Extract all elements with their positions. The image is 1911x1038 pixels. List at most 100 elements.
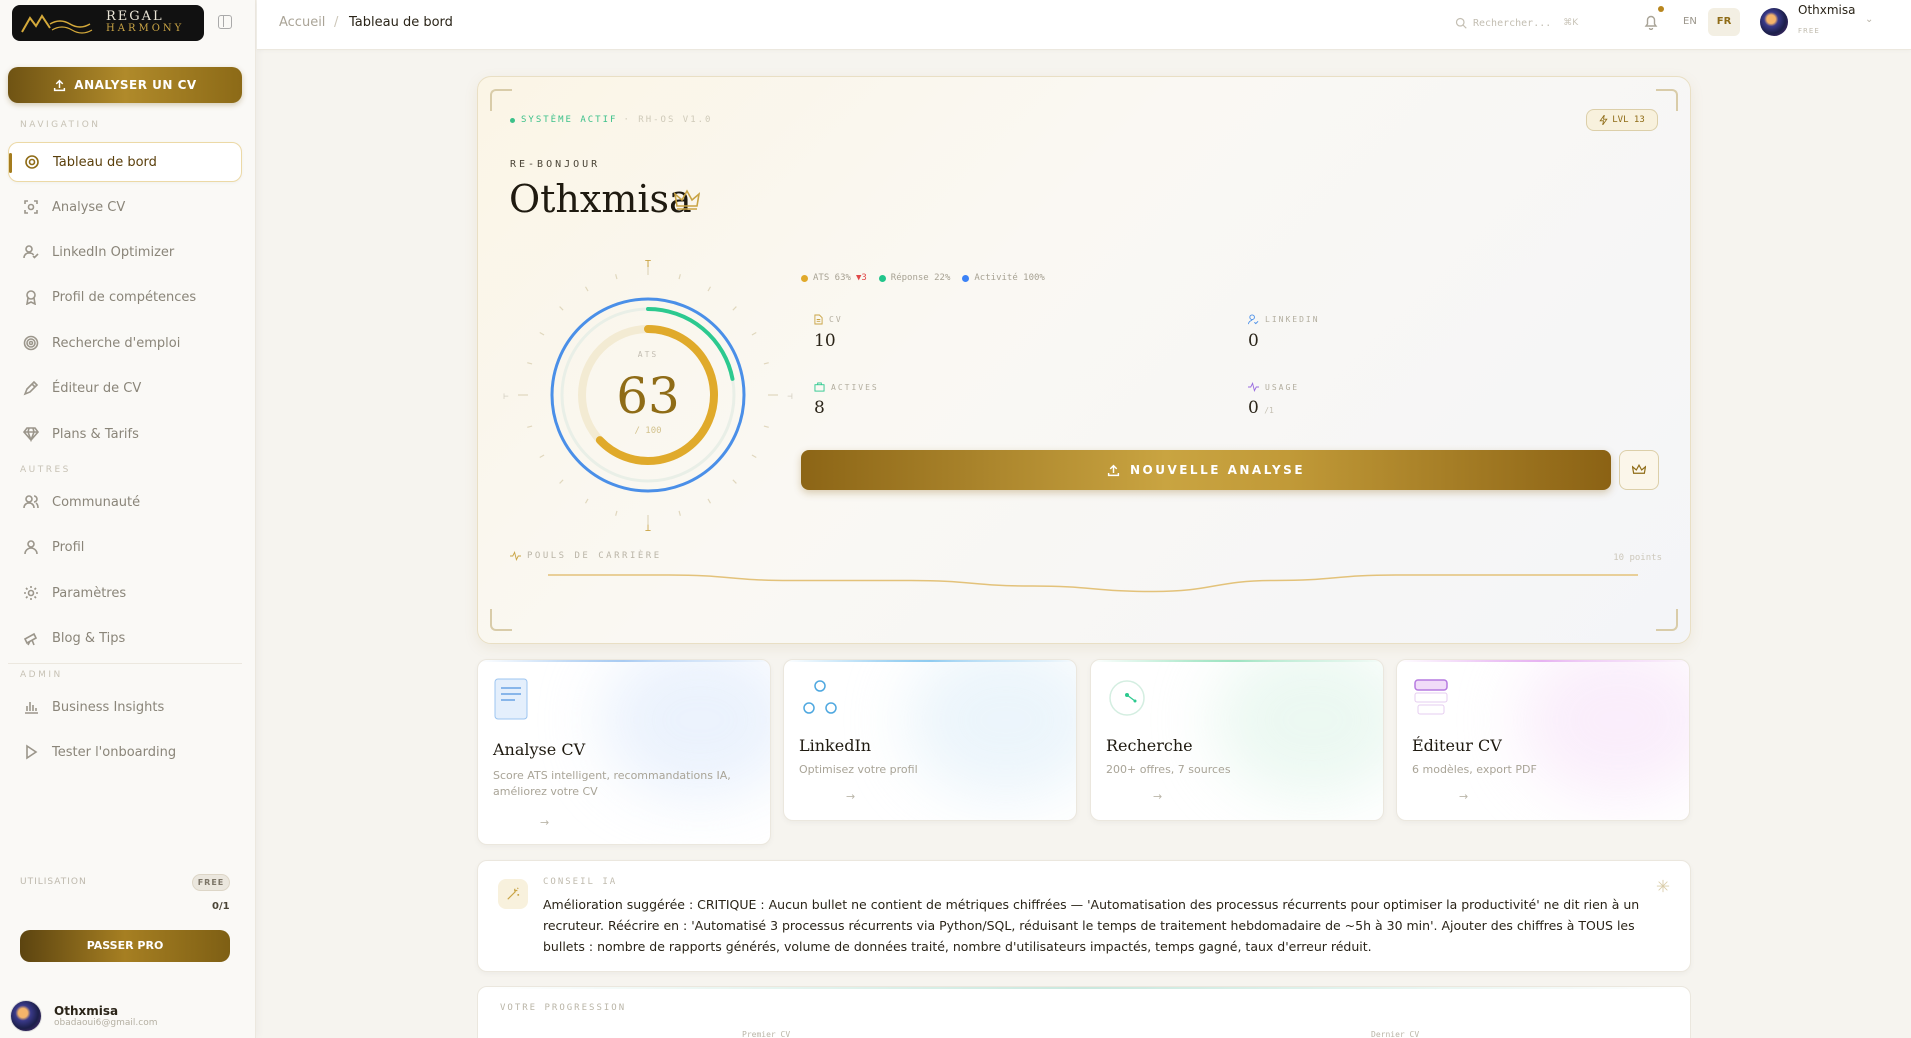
gauge-tick <box>732 306 737 311</box>
stat-actives-label: ACTIVES <box>831 382 879 392</box>
arrow-right-icon: → <box>1153 790 1163 803</box>
gauge-max: / 100 <box>634 426 661 436</box>
gauge-tick <box>559 479 564 484</box>
user-display-name: Othxmisa <box>509 177 692 221</box>
brand-line-1: REGAL <box>106 9 164 24</box>
card-analyse-cv[interactable]: Analyse CV Score ATS intelligent, recomm… <box>477 659 771 845</box>
sidebar-item-onboarding[interactable]: Tester l'onboarding <box>8 732 242 772</box>
sidebar-item-job-search[interactable]: Recherche d'emploi <box>8 323 242 363</box>
search-shortcut: ⌘K <box>1563 18 1579 28</box>
analyse-cv-button[interactable]: ANALYSER UN CV <box>8 67 242 103</box>
crown-icon <box>1632 464 1646 474</box>
briefcase-icon <box>814 382 825 392</box>
notification-dot <box>1658 6 1664 12</box>
card-description: 6 modèles, export PDF <box>1412 763 1537 776</box>
sidebar-user[interactable]: Othxmisa obadaoui6@gmail.com <box>10 1000 157 1032</box>
stat-actives: ACTIVES 8 <box>814 382 879 418</box>
card-description: Score ATS intelligent, recommandations I… <box>493 769 731 798</box>
advice-label: CONSEIL IA <box>543 877 618 887</box>
bell-icon[interactable] <box>1644 14 1658 30</box>
sidebar-item-settings[interactable]: Paramètres <box>8 573 242 613</box>
file-icon <box>814 314 823 325</box>
breadcrumb-separator: / <box>334 15 339 30</box>
user-check-icon <box>1248 314 1259 325</box>
upgrade-pro-button[interactable]: PASSER PRO <box>20 930 230 962</box>
sidebar-collapse-icon[interactable] <box>218 15 232 29</box>
sidebar-item-blog[interactable]: Blog & Tips <box>8 618 242 658</box>
sidebar-user-name: Othxmisa <box>54 1004 119 1018</box>
sidebar-item-cv-editor[interactable]: Éditeur de CV <box>8 368 242 408</box>
corner-decoration <box>490 609 512 631</box>
card-title: Recherche <box>1106 736 1193 755</box>
gauge-tick <box>751 331 757 336</box>
plan-badge: FREE <box>192 874 230 891</box>
sidebar-item-business-insights[interactable]: Business Insights <box>8 687 242 727</box>
sparkle-icon[interactable] <box>1656 879 1670 893</box>
sidebar-item-skills[interactable]: Profil de compétences <box>8 277 242 317</box>
card-title: Éditeur CV <box>1412 736 1502 755</box>
bar-chart-icon <box>22 698 40 716</box>
premium-crown-button[interactable] <box>1619 450 1659 490</box>
section-label-admin: ADMIN <box>20 670 63 680</box>
gauge-label: ATS <box>638 350 658 359</box>
sidebar-item-analyse-cv[interactable]: Analyse CV <box>8 187 242 227</box>
gauge-tick <box>615 274 618 280</box>
corner-decoration <box>490 89 512 111</box>
legend-item-activity: Activité 100% <box>962 273 1045 283</box>
advice-text: Amélioration suggérée : CRITIQUE : Aucun… <box>543 897 1640 954</box>
card-linkedin[interactable]: LinkedIn Optimisez votre profil → <box>783 659 1077 821</box>
arrow-right-icon: → <box>846 790 856 803</box>
system-status-label: SYSTÈME ACTIF <box>521 115 618 125</box>
gauge-tick <box>763 425 769 428</box>
sidebar-item-community[interactable]: Communauté <box>8 482 242 522</box>
brand-logo[interactable]: REGAL HARMONY <box>12 5 204 41</box>
sidebar-item-label: Paramètres <box>52 585 127 601</box>
stat-label: CV <box>814 314 843 325</box>
corner-decoration <box>1656 609 1678 631</box>
gauge-scale-right: ⊣ <box>787 392 792 402</box>
lang-fr-button[interactable]: FR <box>1708 8 1740 36</box>
stat-linkedin-label: LINKEDIN <box>1265 315 1320 324</box>
legend-label: Réponse 22% <box>890 273 951 283</box>
avatar[interactable] <box>1760 8 1788 36</box>
gauge-tick <box>707 286 712 292</box>
arrow-right-icon: → <box>1459 790 1469 803</box>
career-pulse-count: 10 points <box>1613 553 1662 563</box>
sidebar-item-label: Blog & Tips <box>52 630 126 646</box>
gauge-tick <box>539 331 545 336</box>
card-job-search[interactable]: Recherche 200+ offres, 7 sources → <box>1090 659 1384 821</box>
users-icon <box>22 493 40 511</box>
stat-cv-value: 10 <box>814 331 836 351</box>
breadcrumb-home[interactable]: Accueil <box>279 15 325 30</box>
search-input[interactable]: Rechercher... ⌘K <box>1455 10 1615 36</box>
pen-icon <box>22 379 40 397</box>
sidebar-item-linkedin[interactable]: LinkedIn Optimizer <box>8 232 242 272</box>
new-analysis-button[interactable]: NOUVELLE ANALYSE <box>801 450 1611 490</box>
sidebar-item-profile[interactable]: Profil <box>8 527 242 567</box>
progression-accent <box>478 987 1690 989</box>
sidebar-item-label: Profil de compétences <box>52 289 197 305</box>
sidebar-item-dashboard[interactable]: Tableau de bord <box>8 142 242 182</box>
activity-icon <box>1248 382 1259 392</box>
gauge-tick <box>527 425 533 428</box>
search-icon <box>1455 17 1467 29</box>
card-cv-editor[interactable]: Éditeur CV 6 modèles, export PDF → <box>1396 659 1690 821</box>
chevron-down-icon[interactable]: ⌄ <box>1865 14 1873 25</box>
layers-icon <box>1414 679 1448 715</box>
stat-cv-label: CV <box>829 315 843 324</box>
dashboard-hero-card: SYSTÈME ACTIF · RH-OS V1.0 LVL 13 RE-BON… <box>477 76 1691 644</box>
legend-label: ATS 63% <box>813 273 851 283</box>
brand-name: REGAL HARMONY <box>106 9 184 35</box>
gauge-tick <box>751 454 757 459</box>
progression-card: VOTRE PROGRESSION Premier CV Dernier CV <box>477 986 1691 1038</box>
progression-last-label: Dernier CV <box>1371 1030 1420 1038</box>
telescope-icon <box>22 629 40 647</box>
lang-en-button[interactable]: EN <box>1683 16 1697 27</box>
mountain-logo-icon <box>21 14 93 34</box>
dashboard-icon <box>23 153 41 171</box>
stat-label: USAGE <box>1248 382 1299 392</box>
stat-actives-value: 8 <box>814 398 825 418</box>
sidebar-item-label: Profil <box>52 539 85 555</box>
sidebar-item-pricing[interactable]: Plans & Tarifs <box>8 414 242 454</box>
topbar-user-name[interactable]: Othxmisa <box>1798 3 1856 17</box>
